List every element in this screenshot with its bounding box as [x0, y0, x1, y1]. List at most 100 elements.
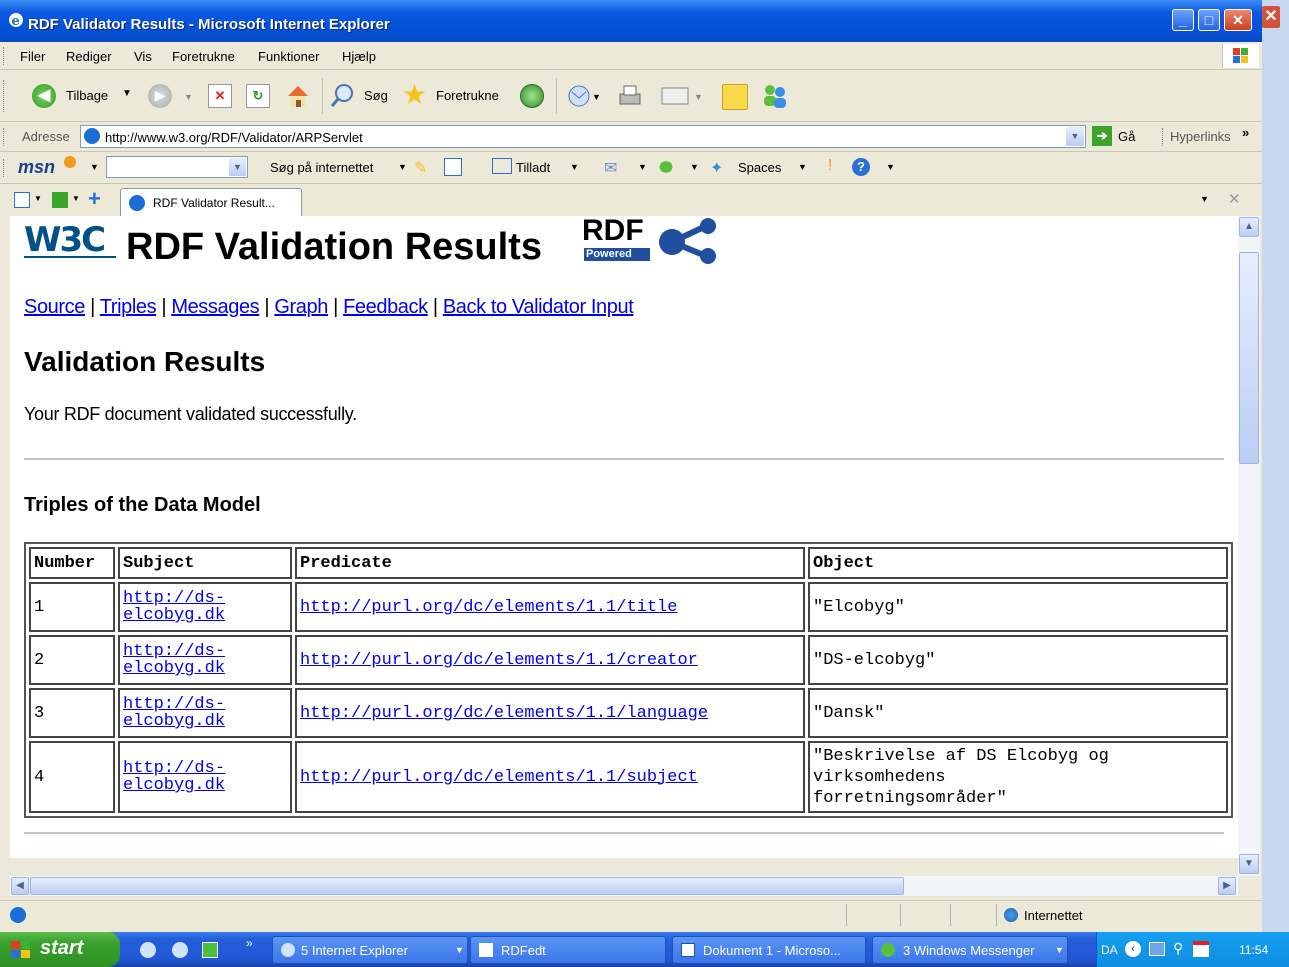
quick-launch-ie2-icon[interactable] — [172, 942, 188, 958]
taskbar-item-word[interactable]: Dokument 1 - Microso... — [672, 936, 866, 964]
notes-button[interactable] — [722, 84, 748, 110]
taskbar-item-messenger[interactable]: 3 Windows Messenger ▼ — [872, 936, 1068, 964]
vertical-scrollbar[interactable]: ▲ ▼ — [1238, 216, 1260, 876]
tab-rdf-validator[interactable]: RDF Validator Result... — [120, 188, 302, 216]
quick-launch-ie-icon[interactable] — [140, 942, 156, 958]
highlight-icon[interactable]: ✎ — [414, 158, 434, 177]
page-content: W3C RDF Validation Results RDF Powered S… — [10, 216, 1238, 858]
scroll-left-button[interactable]: ◀ — [11, 877, 29, 895]
favorites-button[interactable]: ★ Foretrukne — [402, 79, 510, 110]
page-favicon — [84, 128, 100, 144]
subject-link[interactable]: http://ds-elcobyg.dk — [123, 589, 225, 625]
chevron-down-icon[interactable]: ▼ — [690, 162, 699, 172]
add-favorite-icon[interactable] — [52, 192, 68, 208]
menu-file[interactable]: Filer — [20, 49, 45, 64]
search-icon[interactable]: ⚲ — [1173, 940, 1183, 957]
quick-launch-more-icon[interactable]: » — [246, 936, 253, 950]
tab-list-icon[interactable] — [14, 192, 30, 208]
chevron-down-icon[interactable]: ▼ — [570, 162, 579, 172]
menu-help[interactable]: Hjælp — [342, 49, 376, 64]
horizontal-scrollbar[interactable]: ◀ ▶ — [10, 876, 1238, 896]
predicate-link[interactable]: http://purl.org/dc/elements/1.1/title — [300, 598, 677, 617]
stop-button[interactable]: ✕ — [208, 84, 232, 108]
link-feedback[interactable]: Feedback — [343, 296, 428, 318]
link-source[interactable]: Source — [24, 296, 85, 318]
taskbar-item-ie[interactable]: 5 Internet Explorer ▼ — [272, 936, 468, 964]
chevron-right-icon[interactable]: » — [1242, 125, 1249, 140]
msn-search-input[interactable]: ▼ — [106, 156, 248, 178]
chevron-down-icon[interactable]: ▼ — [398, 162, 407, 172]
tray-expand-icon[interactable]: ‹ — [1125, 941, 1141, 957]
history-button[interactable] — [520, 84, 544, 108]
back-button[interactable]: ◀ Tilbage ▼ — [28, 82, 140, 110]
edit-button[interactable]: ▼ — [660, 84, 706, 108]
link-back-to-input[interactable]: Back to Validator Input — [443, 296, 634, 318]
minimize-button[interactable]: _ — [1172, 9, 1194, 31]
msn-logo[interactable]: msn — [18, 157, 55, 178]
home-button[interactable] — [284, 82, 312, 110]
search-label: Søg — [364, 88, 388, 103]
go-button[interactable]: ➔ Gå — [1092, 126, 1152, 148]
maximize-button[interactable]: □ — [1198, 9, 1220, 31]
chevron-down-icon[interactable]: ▼ — [72, 194, 80, 203]
msn-search-button[interactable]: Søg på internettet — [270, 160, 373, 175]
close-tab-icon[interactable]: ✕ — [1228, 190, 1241, 208]
forward-button[interactable]: ▶ — [148, 84, 172, 108]
network-icon[interactable] — [1149, 942, 1165, 956]
menu-favorites[interactable]: Foretrukne — [172, 49, 235, 64]
link-messages[interactable]: Messages — [171, 296, 259, 318]
address-dropdown-button[interactable]: ▼ — [1066, 127, 1084, 146]
messenger-icon[interactable] — [656, 158, 676, 176]
popup-allowed-label[interactable]: Tilladt — [516, 160, 550, 175]
chevron-down-icon[interactable]: ▼ — [798, 162, 807, 172]
refresh-button[interactable]: ↻ — [246, 84, 270, 108]
menu-tools[interactable]: Funktioner — [258, 49, 319, 64]
title-bar[interactable]: e RDF Validator Results - Microsoft Inte… — [0, 0, 1262, 42]
menu-edit[interactable]: Rediger — [66, 49, 112, 64]
spaces-icon[interactable]: ✦ — [710, 158, 723, 178]
w3c-logo[interactable]: W3C — [24, 220, 116, 260]
close-button[interactable]: ✕ — [1224, 9, 1252, 31]
new-tab-icon[interactable]: + — [88, 186, 101, 212]
menu-view[interactable]: Vis — [134, 49, 152, 64]
scroll-down-button[interactable]: ▼ — [1239, 854, 1259, 874]
minimize-icon: _ — [1179, 12, 1187, 28]
mail-button[interactable]: ▼ — [566, 84, 606, 108]
chevron-down-icon[interactable]: ▼ — [886, 162, 895, 172]
link-triples[interactable]: Triples — [100, 296, 157, 318]
horizontal-scroll-thumb[interactable] — [30, 877, 904, 895]
spaces-label[interactable]: Spaces — [738, 160, 781, 175]
chevron-down-icon[interactable]: ▼ — [90, 162, 99, 172]
chevron-down-icon[interactable]: ▼ — [34, 194, 42, 203]
predicate-link[interactable]: http://purl.org/dc/elements/1.1/subject — [300, 768, 698, 787]
subject-link[interactable]: http://ds-elcobyg.dk — [123, 759, 225, 795]
chevron-down-icon[interactable]: ▼ — [229, 158, 246, 176]
subject-link[interactable]: http://ds-elcobyg.dk — [123, 642, 225, 678]
scroll-thumb[interactable] — [1239, 252, 1259, 464]
start-button[interactable]: start — [0, 932, 120, 967]
language-indicator[interactable]: DA — [1101, 943, 1118, 957]
cell-predicate: http://purl.org/dc/elements/1.1/language — [295, 688, 805, 738]
scroll-right-button[interactable]: ▶ — [1218, 877, 1236, 895]
help-icon[interactable]: ? — [852, 158, 870, 176]
scroll-up-button[interactable]: ▲ — [1239, 217, 1259, 237]
search-button[interactable]: Søg — [330, 82, 394, 110]
calendar-icon[interactable] — [1193, 941, 1209, 957]
messenger-button[interactable] — [760, 82, 790, 110]
mail-icon[interactable]: ✉ — [604, 158, 617, 178]
popup-blocker-icon[interactable] — [492, 158, 512, 174]
chevron-down-icon[interactable]: ▼ — [638, 162, 647, 172]
rdf-powered-logo[interactable]: RDF Powered — [580, 216, 726, 264]
subject-link[interactable]: http://ds-elcobyg.dk — [123, 695, 225, 731]
predicate-link[interactable]: http://purl.org/dc/elements/1.1/language — [300, 704, 708, 723]
print-button[interactable] — [616, 82, 644, 110]
predicate-link[interactable]: http://purl.org/dc/elements/1.1/creator — [300, 651, 698, 670]
link-graph[interactable]: Graph — [274, 296, 328, 318]
alerts-icon[interactable]: ! — [828, 157, 832, 175]
links-label[interactable]: Hyperlinks — [1170, 129, 1231, 144]
address-input[interactable]: http://www.w3.org/RDF/Validator/ARPServl… — [80, 125, 1086, 148]
taskbar-item-rdfedt[interactable]: RDFedt — [470, 936, 666, 964]
quick-launch-desktop-icon[interactable] — [202, 942, 218, 958]
chevron-down-icon[interactable]: ▼ — [1200, 194, 1209, 204]
form-fill-icon[interactable] — [444, 158, 462, 176]
